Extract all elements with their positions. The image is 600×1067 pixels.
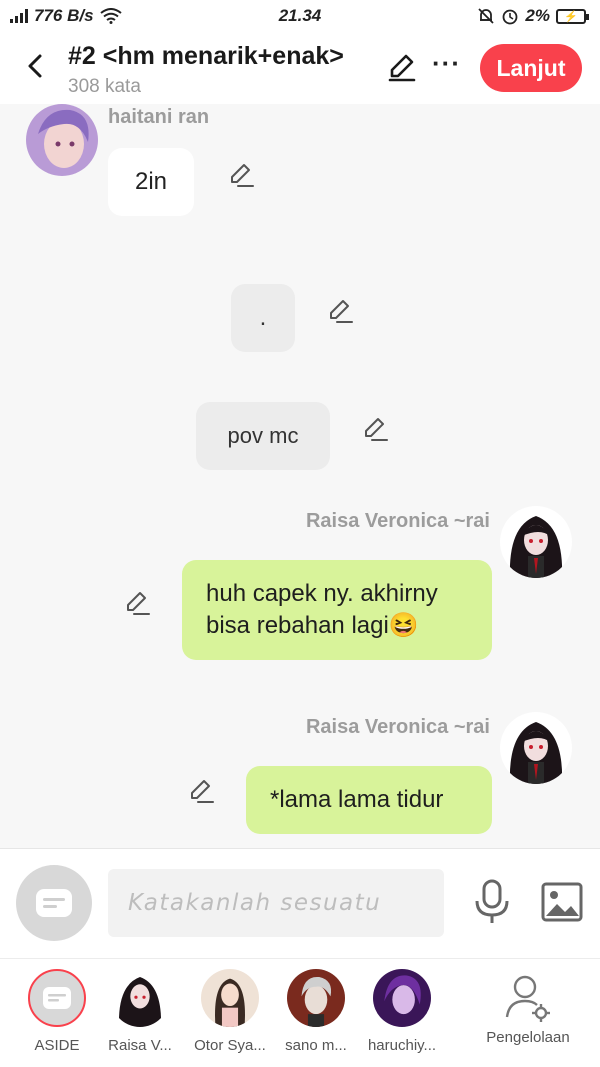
sender-name: haitani ran	[108, 106, 210, 128]
character-avatar	[287, 969, 345, 1027]
edit-pencil-icon[interactable]	[186, 776, 216, 806]
edit-pencil-icon[interactable]	[226, 160, 256, 190]
message-bubble[interactable]: 2in	[108, 148, 194, 216]
character-tab-bar: ASIDE Raisa V... Otor Sya... sano m... h…	[0, 958, 600, 1067]
tab-label: haruchiy...	[367, 1037, 437, 1054]
tab-label: Raisa V...	[108, 1037, 172, 1054]
edit-pencil-icon[interactable]	[122, 588, 152, 618]
character-avatar	[373, 969, 431, 1027]
more-options-icon[interactable]: ···	[432, 48, 461, 79]
tab-character[interactable]: Raisa V...	[90, 969, 190, 1054]
message-input-bar	[0, 848, 600, 958]
sender-name: Raisa Veronica ~rai	[305, 510, 490, 532]
word-count: 308 kata	[68, 76, 141, 97]
mute-bell-icon	[478, 8, 495, 24]
chat-header: #2 <hm menarik+enak> 308 kata ··· Lanjut	[0, 34, 600, 104]
aside-icon	[28, 969, 86, 1027]
message-bubble[interactable]: huh capek ny. akhirny bisa rebahan lagi😆	[182, 560, 492, 660]
tab-label: sano m...	[285, 1037, 347, 1054]
tab-character[interactable]: Otor Sya...	[180, 969, 280, 1054]
alarm-icon	[503, 9, 518, 25]
aside-toggle-button[interactable]	[16, 865, 92, 941]
tab-management[interactable]: Pengelolaan	[478, 969, 578, 1046]
back-arrow-icon[interactable]	[20, 48, 50, 84]
battery-percent: 2%	[525, 6, 550, 25]
message-bubble[interactable]: .	[231, 284, 295, 352]
edit-pencil-icon[interactable]	[360, 414, 390, 444]
microphone-icon[interactable]	[472, 879, 512, 925]
avatar[interactable]	[26, 104, 98, 176]
message-bubble[interactable]: pov mc	[196, 402, 330, 470]
tab-character[interactable]: sano m...	[266, 969, 366, 1054]
image-icon[interactable]	[541, 882, 583, 922]
battery-icon: ⚡	[556, 8, 589, 24]
character-avatar	[111, 969, 169, 1027]
sender-name: Raisa Veronica ~rai	[305, 716, 490, 738]
chat-area: haitani ran 2in . pov mc Raisa Veronica …	[0, 104, 600, 848]
tab-label: Pengelolaan	[486, 1029, 570, 1046]
chat-bubble-icon	[36, 889, 72, 917]
story-title: #2 <hm menarik+enak>	[68, 42, 344, 70]
tab-character[interactable]: haruchiy...	[352, 969, 452, 1054]
tab-label: Otor Sya...	[194, 1037, 266, 1054]
status-bar: 776 B/s 21.34 2% ⚡	[0, 0, 600, 34]
avatar[interactable]	[500, 506, 572, 578]
edit-pencil-icon[interactable]	[386, 52, 418, 84]
tab-label: ASIDE	[34, 1037, 80, 1054]
character-avatar	[201, 969, 259, 1027]
user-settings-icon	[505, 975, 550, 1022]
message-bubble[interactable]: *lama lama tidur	[246, 766, 492, 834]
avatar[interactable]	[500, 712, 572, 784]
next-button[interactable]: Lanjut	[480, 44, 582, 92]
edit-pencil-icon[interactable]	[325, 296, 355, 326]
message-input[interactable]	[108, 869, 444, 937]
